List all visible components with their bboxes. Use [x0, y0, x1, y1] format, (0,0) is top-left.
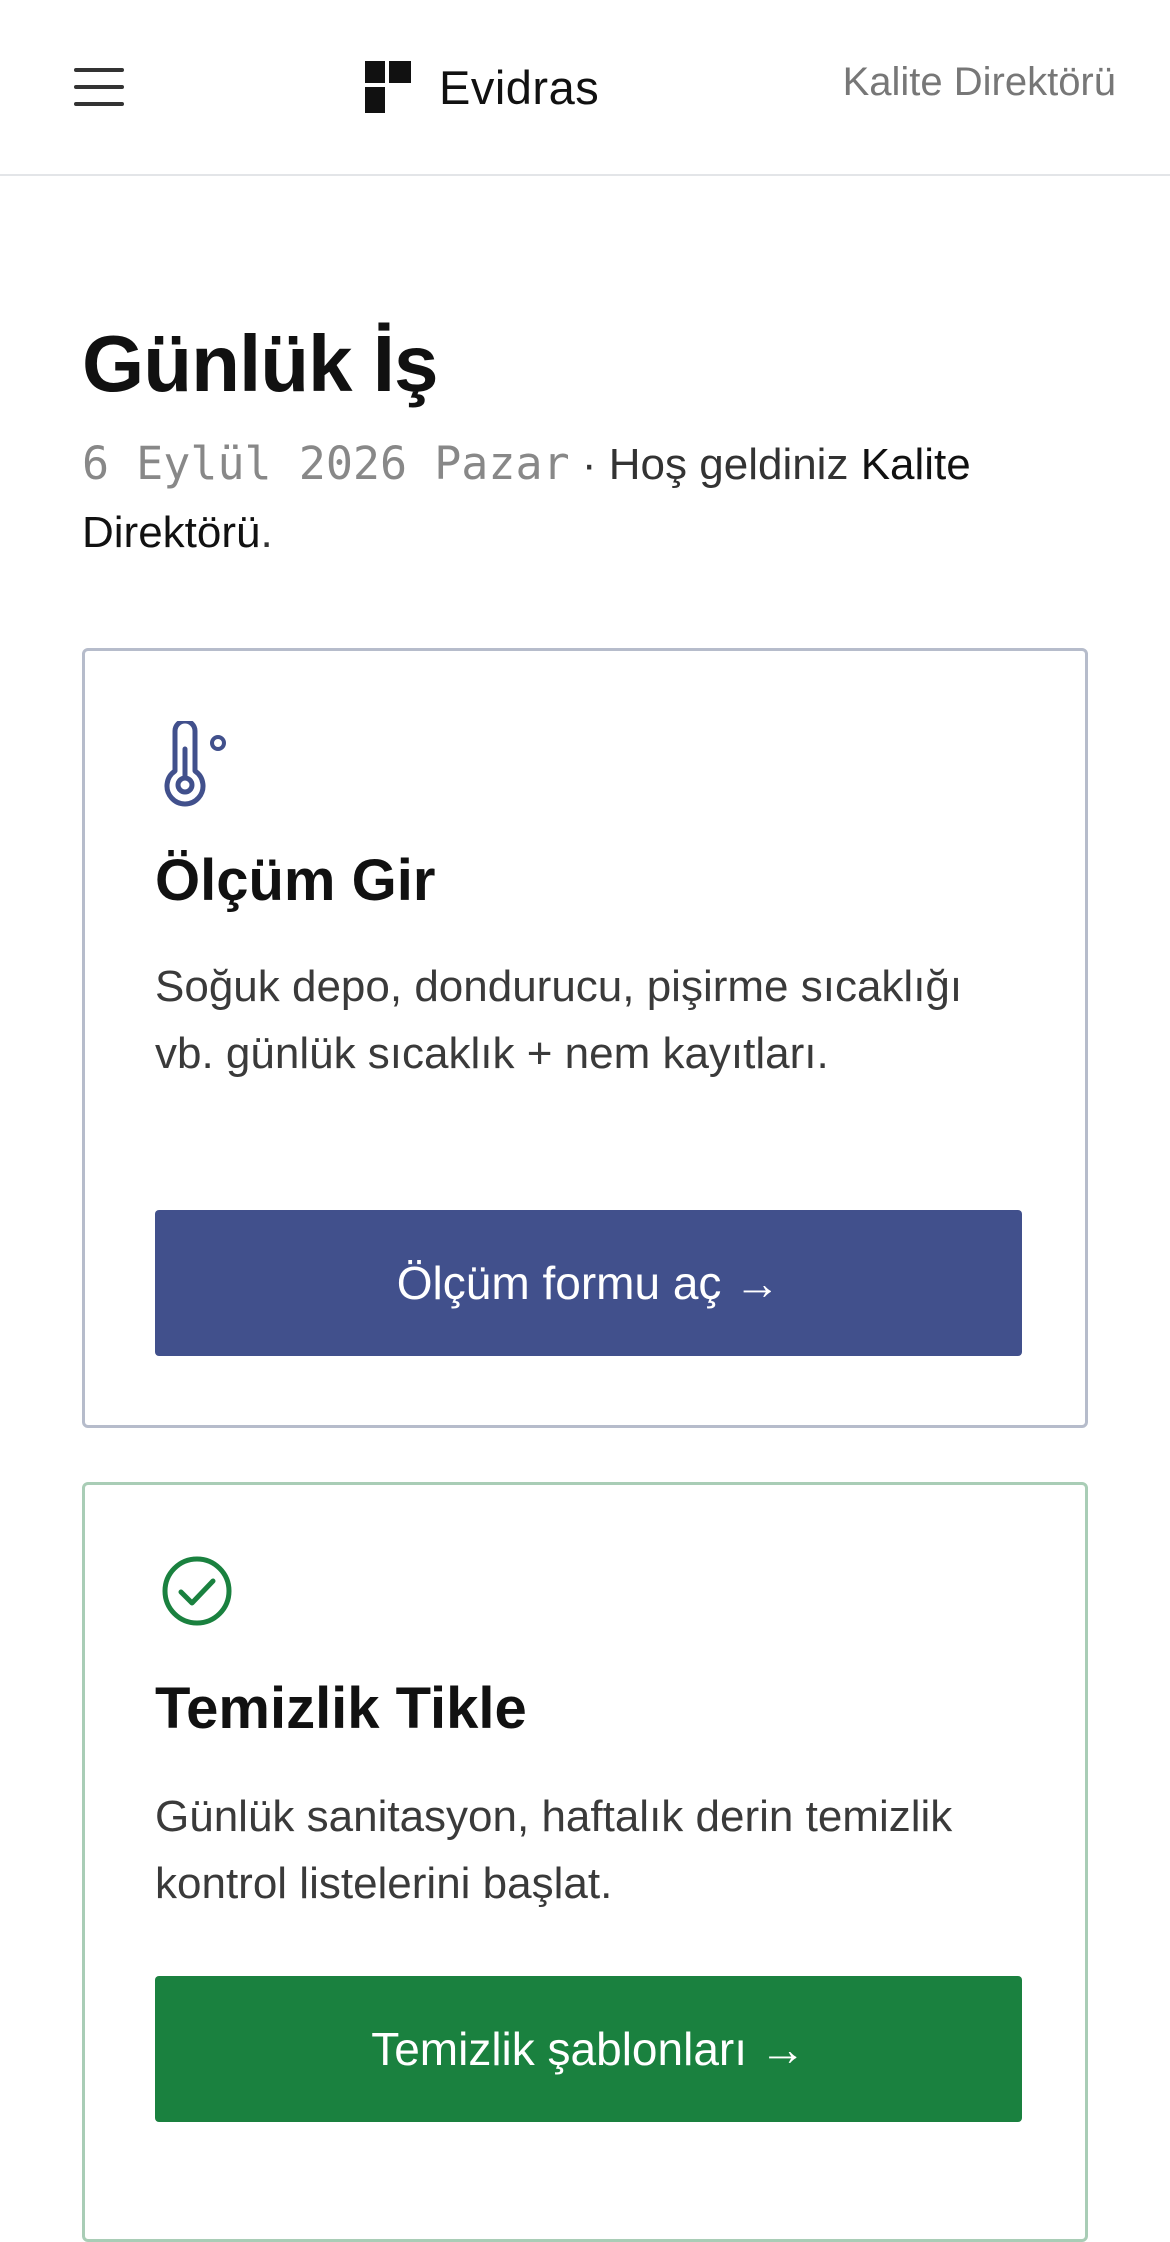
- page-title: Günlük İş: [82, 319, 438, 408]
- measurement-card: Ölçüm Gir Soğuk depo, dondurucu, pişirme…: [82, 648, 1088, 1428]
- welcome-suffix: .: [260, 508, 273, 557]
- user-role-menu[interactable]: Kalite Direktörü: [843, 60, 1116, 105]
- top-bar: Evidras Kalite Direktörü: [0, 0, 1170, 176]
- current-date: 6 Eylül 2026 Pazar: [82, 437, 570, 490]
- welcome-text: Hoş geldiniz: [608, 440, 861, 489]
- check-circle-icon: [161, 1555, 233, 1632]
- thermometer-icon: [161, 718, 233, 816]
- open-measurement-form-button[interactable]: Ölçüm formu aç →: [155, 1210, 1022, 1356]
- subtitle-separator: ·: [569, 440, 609, 489]
- hamburger-menu-icon[interactable]: [74, 66, 128, 108]
- card-title: Ölçüm Gir: [155, 848, 436, 913]
- cleaning-templates-button[interactable]: Temizlik şablonları →: [155, 1976, 1022, 2122]
- page-subtitle: 6 Eylül 2026 Pazar · Hoş geldiniz Kalite…: [82, 430, 1102, 567]
- evidras-logo-icon: [365, 61, 411, 113]
- brand-link[interactable]: Evidras: [365, 58, 599, 116]
- brand-name: Evidras: [439, 60, 600, 114]
- cleaning-card: Temizlik Tikle Günlük sanitasyon, haftal…: [82, 1482, 1088, 2242]
- card-title: Temizlik Tikle: [155, 1676, 527, 1741]
- card-description: Günlük sanitasyon, haftalık derin temizl…: [155, 1792, 953, 1908]
- card-description: Soğuk depo, dondurucu, pişirme sıcaklığı…: [155, 962, 963, 1078]
